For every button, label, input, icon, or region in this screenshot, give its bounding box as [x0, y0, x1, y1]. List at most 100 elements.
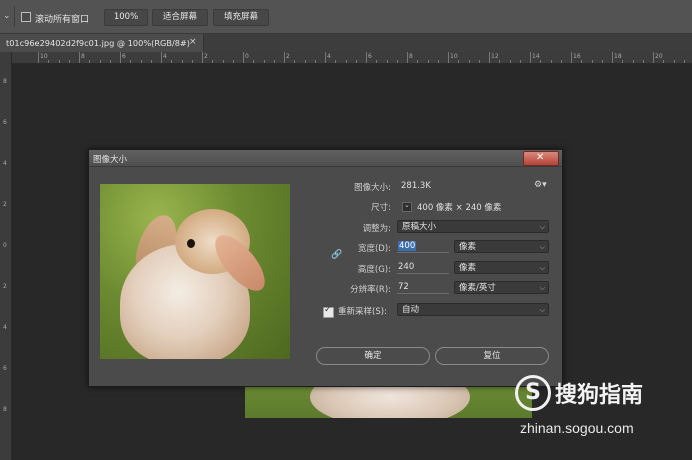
ruler-left-label: 4 — [3, 160, 7, 167]
ruler-tick — [407, 52, 408, 63]
image-preview[interactable] — [100, 184, 290, 359]
ruler-top-label: 4 — [327, 53, 331, 60]
ruler-tick — [325, 52, 326, 63]
ruler-tick — [263, 60, 265, 63]
close-tab-icon[interactable]: × — [189, 37, 197, 47]
ruler-top-label: 6 — [368, 53, 372, 60]
ruler-tick — [140, 60, 142, 63]
scroll-all-windows-label: 滚动所有窗口 — [35, 15, 90, 25]
resolution-input[interactable]: 72 — [397, 281, 449, 294]
watermark-url: zhinan.sogou.com — [520, 420, 634, 436]
ruler-tick — [58, 60, 60, 63]
ruler-tick — [376, 60, 378, 63]
ruler-left-label: 0 — [3, 242, 7, 249]
height-unit-select[interactable]: 像素 ⌵ — [454, 261, 549, 274]
ruler-left-label: 6 — [3, 365, 7, 372]
ruler-tick — [673, 60, 675, 63]
ruler-tick — [120, 52, 121, 63]
width-unit-value: 像素 — [459, 242, 477, 252]
resolution-unit-value: 像素/英寸 — [459, 283, 496, 293]
ok-button[interactable]: 确定 — [316, 347, 430, 365]
width-input[interactable]: 400 — [397, 240, 449, 253]
width-value: 400 — [398, 241, 417, 251]
dimensions-unit-menu[interactable]: ⌄ — [402, 201, 412, 212]
resample-checkbox[interactable]: ✓ — [323, 305, 334, 318]
resample-select[interactable]: 自动 ⌵ — [397, 303, 549, 316]
ruler-top-label: 20 — [655, 53, 663, 60]
ruler-top-label: 0 — [245, 53, 249, 60]
height-unit-value: 像素 — [459, 263, 477, 273]
ruler-left-label: 2 — [3, 201, 7, 208]
ruler-tick — [427, 60, 429, 63]
ruler-top-label: 16 — [573, 53, 581, 60]
ruler-top-label: 6 — [122, 53, 126, 60]
ruler-tick — [612, 52, 613, 63]
ruler-tick — [212, 60, 214, 63]
ruler-tick — [161, 52, 162, 63]
ruler-left[interactable]: 8 6 4 2 0 2 4 6 8 — [0, 52, 12, 460]
image-size-label: 图像大小: — [354, 183, 391, 193]
width-unit-select[interactable]: 像素 ⌵ — [454, 240, 549, 253]
ruler-top[interactable]: 10 8 6 4 2 0 2 4 6 8 10 12 14 16 18 20 — [12, 52, 692, 64]
ruler-tick — [478, 60, 480, 63]
ruler-tick — [386, 60, 388, 63]
fit-screen-button[interactable]: 适合屏幕 — [152, 9, 208, 26]
ruler-tick — [232, 60, 234, 63]
ruler-tick — [130, 60, 132, 63]
ruler-tick — [68, 60, 70, 63]
ruler-tick — [683, 60, 685, 63]
ruler-top-label: 18 — [614, 53, 622, 60]
ruler-tick — [314, 60, 316, 63]
document-tab[interactable]: t01c96e29402d2f9c01.jpg @ 100%(RGB/8#) × — [0, 34, 204, 52]
resample-value: 自动 — [402, 305, 420, 315]
resolution-label: 分辨率(R): — [350, 285, 391, 295]
ruler-tick — [499, 60, 501, 63]
ruler-tick — [355, 60, 357, 63]
dialog-titlebar[interactable]: 图像大小 ✕ — [89, 150, 562, 167]
ruler-top-label: 2 — [286, 53, 290, 60]
chevron-down-icon: ⌵ — [539, 223, 545, 231]
height-value: 240 — [398, 262, 415, 272]
ruler-top-label: 10 — [40, 53, 48, 60]
fit-to-select[interactable]: 原稿大小 ⌵ — [397, 220, 549, 233]
ruler-left-label: 8 — [3, 406, 7, 413]
watermark-brand: 搜狗指南 — [555, 383, 644, 408]
chevron-down-icon: ⌵ — [539, 243, 545, 251]
ruler-tick — [622, 60, 624, 63]
ruler-tick — [509, 60, 511, 63]
close-icon: ✕ — [536, 152, 545, 163]
ruler-tick — [642, 60, 644, 63]
zoom-100-button[interactable]: 100% — [104, 9, 148, 26]
ruler-tick — [150, 60, 152, 63]
ruler-tick — [653, 52, 654, 63]
ruler-tick — [591, 60, 593, 63]
height-input[interactable]: 240 — [397, 261, 449, 274]
height-label: 高度(G): — [357, 265, 391, 275]
ruler-tick — [519, 60, 521, 63]
fill-screen-button[interactable]: 填充屏幕 — [213, 9, 269, 26]
scroll-all-windows-checkbox[interactable] — [21, 12, 31, 22]
reset-button[interactable]: 复位 — [435, 347, 549, 365]
ruler-tick — [109, 60, 111, 63]
dialog-close-button[interactable]: ✕ — [523, 151, 559, 166]
ruler-tick — [99, 60, 101, 63]
ruler-top-label: 8 — [81, 53, 85, 60]
resolution-unit-select[interactable]: 像素/英寸 ⌵ — [454, 281, 549, 294]
dimensions-value: 400 像素 × 240 像素 — [417, 203, 502, 213]
ruler-tick — [489, 52, 490, 63]
chevron-down-icon[interactable]: ⌄ — [3, 11, 11, 21]
ruler-tick — [571, 52, 572, 63]
ruler-top-label: 14 — [532, 53, 540, 60]
ruler-tick — [294, 60, 296, 63]
ruler-tick — [632, 60, 634, 63]
ruler-tick — [284, 52, 285, 63]
ruler-tick — [458, 60, 460, 63]
ruler-tick — [437, 60, 439, 63]
ruler-tick — [396, 60, 398, 63]
ruler-tick — [601, 60, 603, 63]
ruler-tick — [366, 52, 367, 63]
ruler-left-label: 2 — [3, 283, 7, 290]
gear-icon[interactable]: ⚙▾ — [534, 180, 547, 190]
ruler-left-label: 6 — [3, 119, 7, 126]
ruler-tick — [345, 60, 347, 63]
